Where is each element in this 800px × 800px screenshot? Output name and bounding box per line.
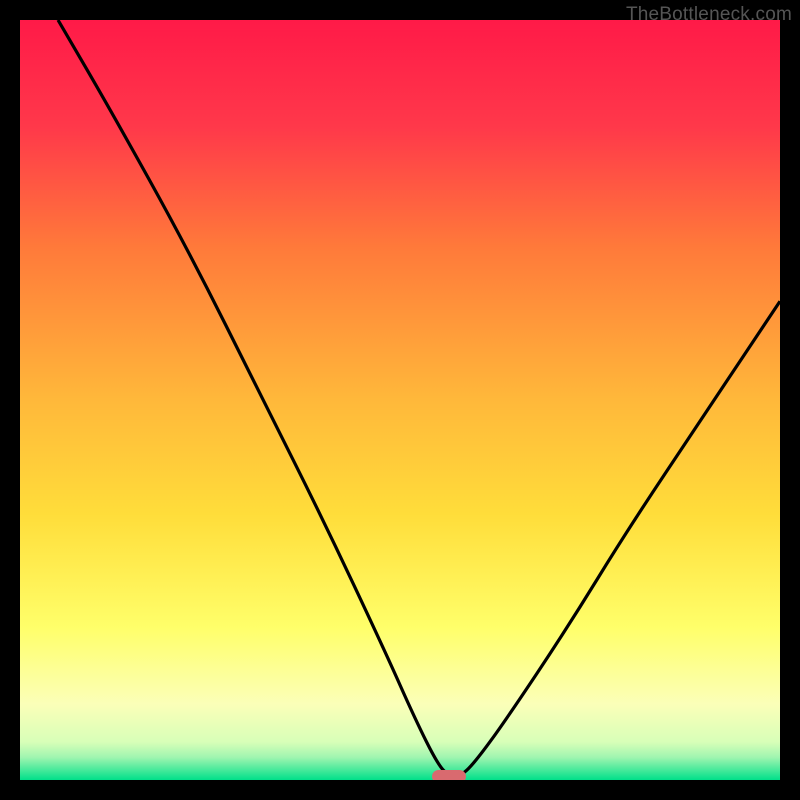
optimal-point-marker xyxy=(432,770,466,780)
watermark-label: TheBottleneck.com xyxy=(626,4,792,26)
bottleneck-curve xyxy=(20,20,780,780)
chart-plot-area xyxy=(20,20,780,780)
